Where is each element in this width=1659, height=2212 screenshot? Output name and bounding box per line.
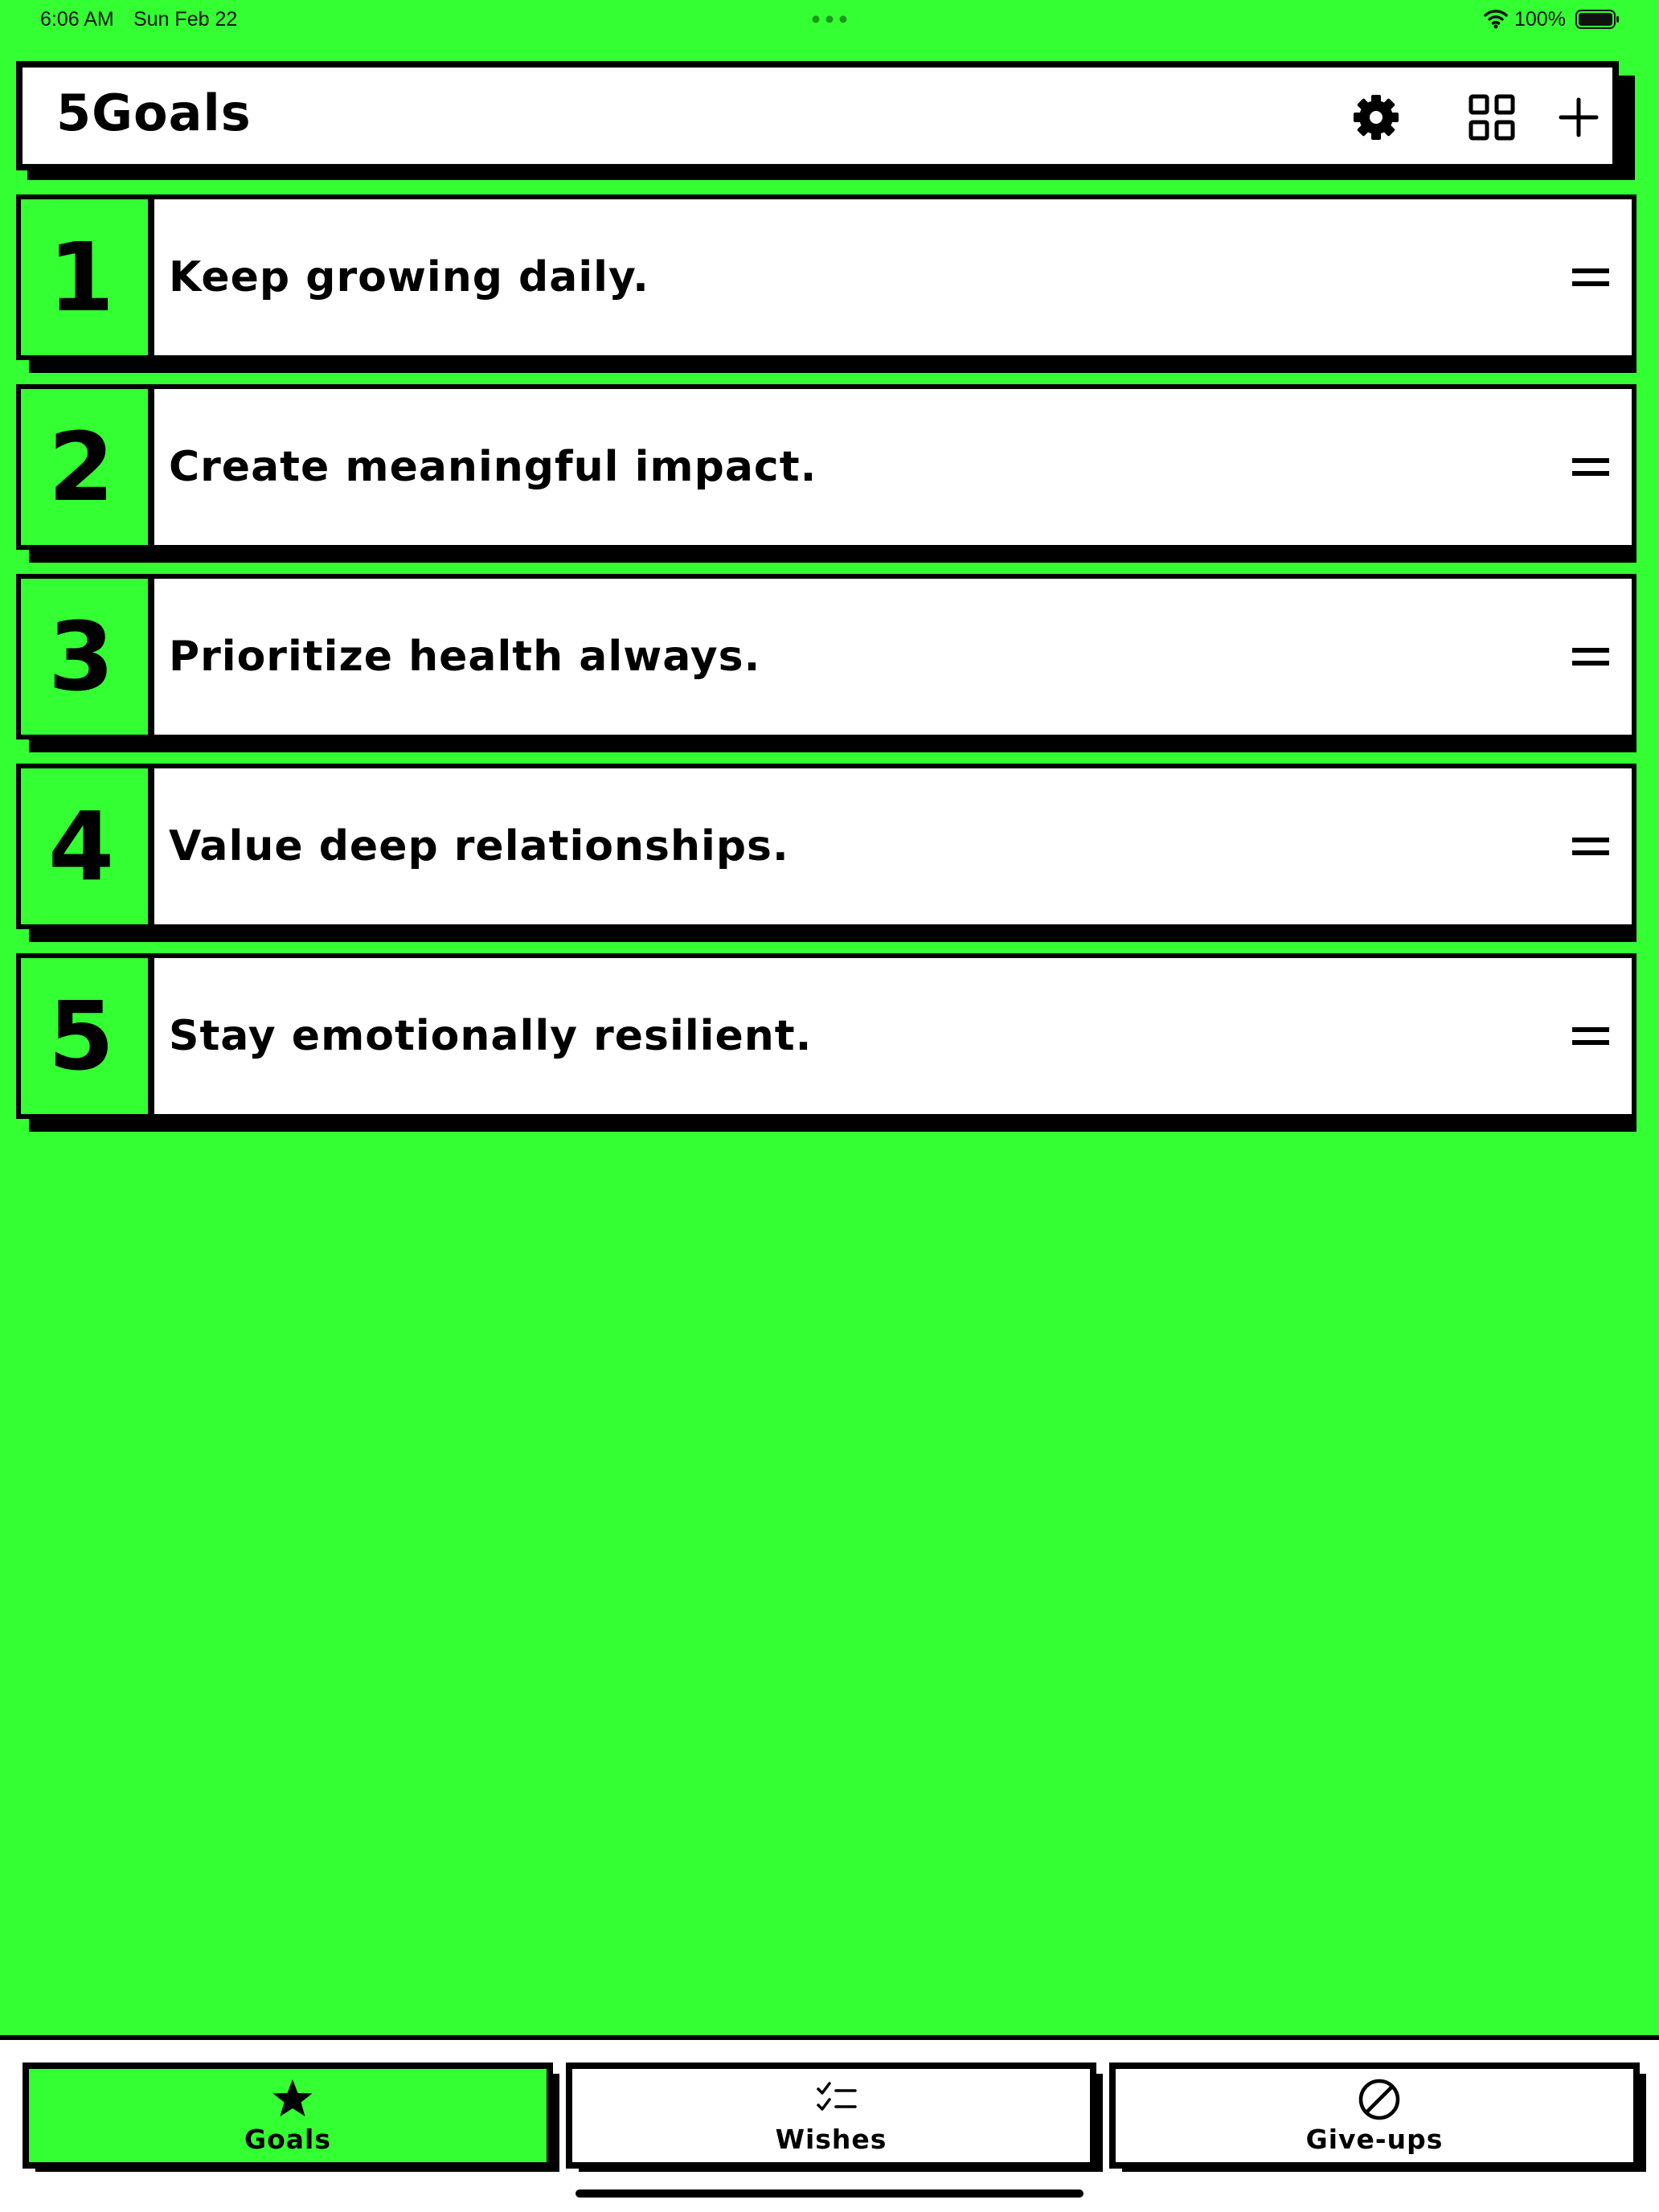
goal-row-1[interactable]: 1 Keep growing daily. — [16, 195, 1636, 373]
goal-number: 3 — [47, 601, 115, 712]
goal-text[interactable]: Stay emotionally resilient. — [169, 958, 812, 1114]
battery-percent: 100% — [1514, 8, 1566, 31]
drag-handle-icon[interactable] — [1572, 643, 1609, 670]
home-indicator[interactable] — [576, 2189, 1083, 2198]
tab-label: Goals — [244, 2124, 331, 2155]
drag-handle-icon[interactable] — [1572, 1022, 1609, 1050]
status-time: 6:06 AM — [40, 8, 114, 31]
wifi-icon — [1484, 10, 1508, 29]
goal-text[interactable]: Prioritize health always. — [169, 579, 760, 735]
goal-text[interactable]: Create meaningful impact. — [169, 389, 817, 545]
goal-card[interactable]: 3 Prioritize health always. — [16, 574, 1636, 739]
status-bar: 6:06 AM Sun Feb 22 100% — [0, 0, 1659, 39]
star-icon — [272, 2079, 313, 2116]
goal-card[interactable]: 5 Stay emotionally resilient. — [16, 953, 1636, 1119]
tab-label: Give-ups — [1305, 2124, 1444, 2155]
plus-icon[interactable] — [1553, 92, 1604, 143]
drag-handle-icon[interactable] — [1572, 833, 1609, 860]
goal-number: 2 — [47, 412, 115, 522]
goal-row-4[interactable]: 4 Value deep relationships. — [16, 764, 1636, 942]
checklist-icon — [817, 2082, 857, 2111]
gear-icon[interactable] — [1350, 92, 1402, 143]
battery-icon — [1575, 10, 1619, 29]
drag-handle-icon[interactable] — [1572, 453, 1609, 481]
prohibited-icon — [1358, 2079, 1400, 2120]
goal-number: 1 — [47, 222, 115, 333]
tab-label: Wishes — [775, 2124, 887, 2155]
goal-card[interactable]: 4 Value deep relationships. — [16, 764, 1636, 929]
goal-text[interactable]: Value deep relationships. — [169, 768, 789, 924]
multitasking-dots-icon[interactable] — [812, 15, 847, 23]
goal-number: 4 — [47, 791, 115, 902]
goal-card[interactable]: 1 Keep growing daily. — [16, 195, 1636, 360]
grid-icon[interactable] — [1466, 92, 1518, 143]
app-title: 5Goals — [56, 84, 252, 142]
tab-give-ups[interactable]: Give-ups — [1109, 2062, 1640, 2169]
goal-row-5[interactable]: 5 Stay emotionally resilient. — [16, 953, 1636, 1132]
goal-text[interactable]: Keep growing daily. — [169, 199, 649, 355]
goal-row-2[interactable]: 2 Create meaningful impact. — [16, 384, 1636, 563]
goal-number-box: 1 — [21, 199, 154, 355]
status-date: Sun Feb 22 — [133, 8, 238, 31]
tab-wishes[interactable]: Wishes — [566, 2062, 1096, 2169]
drag-handle-icon[interactable] — [1572, 264, 1609, 291]
tab-goals[interactable]: Goals — [23, 2062, 553, 2169]
goal-number: 5 — [47, 981, 115, 1092]
goal-number-box: 5 — [21, 958, 154, 1114]
goal-number-box: 4 — [21, 768, 154, 924]
goal-card[interactable]: 2 Create meaningful impact. — [16, 384, 1636, 550]
goal-number-box: 3 — [21, 579, 154, 735]
header-bar: 5Goals — [16, 61, 1619, 170]
goal-row-3[interactable]: 3 Prioritize health always. — [16, 574, 1636, 752]
goal-number-box: 2 — [21, 389, 154, 545]
